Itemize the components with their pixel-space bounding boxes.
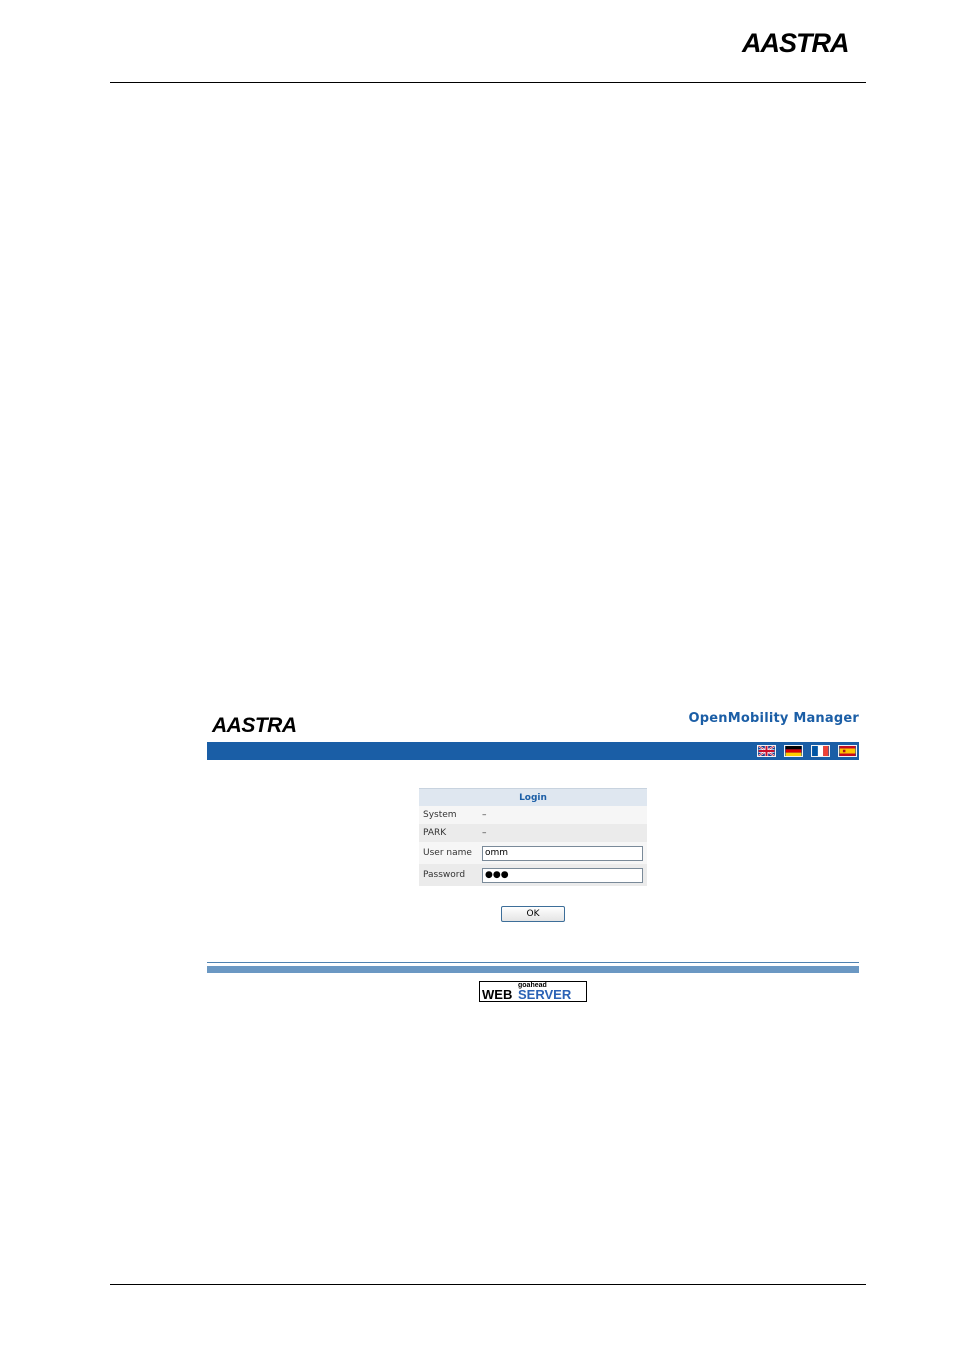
- login-heading: Login: [419, 788, 647, 806]
- french-flag-icon[interactable]: [811, 745, 830, 757]
- german-flag-icon[interactable]: [784, 745, 803, 757]
- login-form: Login System – PARK – User name Password: [419, 788, 647, 886]
- password-label: Password: [419, 864, 478, 886]
- ok-button[interactable]: OK: [501, 906, 565, 922]
- park-label: PARK: [419, 824, 478, 842]
- header-divider: [110, 82, 866, 83]
- badge-server-text: SERVER: [518, 987, 572, 1002]
- footer-divider: [110, 1284, 866, 1285]
- system-value: –: [478, 806, 647, 824]
- park-value: –: [478, 824, 647, 842]
- svg-text:AASTRA: AASTRA: [211, 714, 297, 737]
- svg-text:AASTRA: AASTRA: [741, 28, 849, 58]
- footer-divider-thin: [207, 962, 859, 963]
- english-flag-icon[interactable]: [757, 745, 776, 757]
- system-label: System: [419, 806, 478, 824]
- app-title: OpenMobility Manager: [688, 711, 859, 726]
- username-label: User name: [419, 842, 478, 864]
- footer-divider-bar: [207, 966, 859, 973]
- omm-aastra-logo: AASTRA: [211, 714, 297, 737]
- spanish-flag-icon[interactable]: [838, 745, 857, 757]
- nav-bar: [207, 742, 859, 760]
- username-input[interactable]: [482, 845, 643, 861]
- goahead-webserver-badge[interactable]: goahead WEB SERVER: [479, 981, 587, 1002]
- badge-web-text: WEB: [482, 987, 513, 1002]
- omm-login-screen: AASTRA OpenMobility Manager Login System…: [207, 700, 859, 1010]
- aastra-logo: AASTRA: [741, 28, 850, 58]
- password-input[interactable]: [482, 867, 643, 883]
- language-selector: [757, 745, 857, 757]
